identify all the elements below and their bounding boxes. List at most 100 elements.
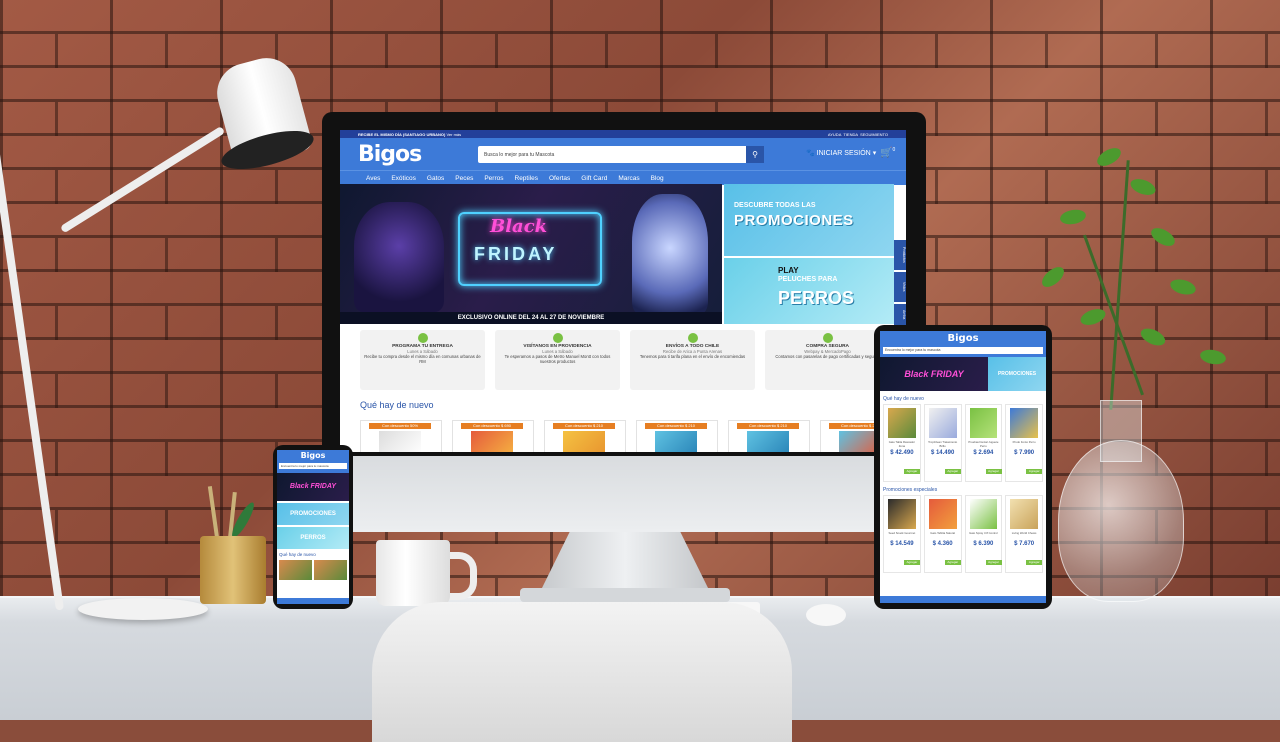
store-icon [552,333,563,343]
search-button[interactable]: ⚲ [746,146,764,163]
nav-item-marcas[interactable]: Marcas [618,175,639,182]
info-card-store: VISÍTANOS EN PROVIDENCIA Lunes a Sábado … [495,330,620,390]
mouse [806,604,846,626]
plush-subtitle: PELUCHES PARA [778,276,838,283]
tablet-promo-grid: Seed Snack Gourmet $ 14.549 Agregar Gato T… [880,495,1046,573]
side-tab-top[interactable]: Arriba [894,304,906,326]
tablet-promo-banner[interactable]: PROMOCIONES [988,357,1046,391]
nav-item-ofertas[interactable]: Ofertas [549,175,570,182]
product-card[interactable]: Gato Spray 3.8 Control $ 6.390 Agregar [964,495,1003,573]
product-price: $ 14.549 [890,541,914,547]
see-more-link[interactable]: Ver más [446,132,461,137]
product-card[interactable]: Con descuento $ 210 [728,420,810,452]
phone-perros-banner[interactable]: PERROS [277,527,349,549]
nav-item-reptiles[interactable]: Reptiles [515,175,538,182]
discount-badge: Con descuento $ 210 [645,423,707,429]
add-to-cart-button[interactable]: Agregar [944,469,961,474]
product-price: $ 42.490 [890,450,914,456]
product-name: Pruebas Dental Juguete Perro [968,440,999,448]
nav-item-gatos[interactable]: Gatos [427,175,444,182]
phone-footer-bar [277,598,349,604]
phone-logo[interactable]: Bigos [277,450,349,462]
nav-item-gift-card[interactable]: Gift Card [581,175,607,182]
product-name: Prudo Fonto Perro [1012,440,1036,444]
hero-date-strip: EXCLUSIVO ONLINE DEL 24 AL 27 DE NOVIEMB… [340,312,722,324]
info-card-shipping: ENVÍOS A TODO CHILE Recibe de Arica a Pu… [630,330,755,390]
product-image [1010,408,1038,438]
side-tab-viewed[interactable]: Vistos [894,272,906,302]
phone-black-friday-banner[interactable]: Black FRIDAY [277,473,349,501]
nav-item-perros[interactable]: Perros [484,175,503,182]
product-card[interactable]: Gato Tablita Natural $ 4.360 Agregar [923,495,962,573]
product-card[interactable]: Con descuento $ 210 [544,420,626,452]
product-card[interactable]: Pruebas Dental Juguete Perro $ 2.694 Agreg… [964,404,1003,482]
product-card[interactable]: Living World Chews $ 7.670 Agregar [1005,495,1043,573]
glass-vase [1058,440,1184,602]
product-name: Seed Snack Gourmet [888,531,916,535]
nav-item-exoticos[interactable]: Exóticos [391,175,416,182]
product-image [747,431,789,452]
product-price: $ 2.694 [973,450,994,456]
info-card-delivery: PROGRAMA TU ENTREGA Lunes a Sábado Recib… [360,330,485,390]
product-name: Gato Tablita Natural [930,531,955,535]
product-card[interactable]: TropiClean Tratamiento Brillo $ 14.490 Agr… [923,404,962,482]
product-row: Con descuento 50% Con descuento $ 690 Co… [360,420,906,452]
tablet-logo[interactable]: Bigos [880,331,1046,346]
phone-section-new: Qué hay de nuevo [279,552,316,557]
lamp-base [78,598,208,620]
product-card[interactable]: Con descuento 50% [360,420,442,452]
product-card[interactable]: Prudo Fonto Perro $ 7.990 Agregar [1005,404,1043,482]
top-bar: RECIBE EL MISMO DÍA (SANTIAGO URBANO) Ve… [340,130,906,138]
add-to-cart-button[interactable]: Agregar [985,560,1002,565]
tablet-screen: Bigos Encuentra lo mejor para tu mascota… [880,331,1046,603]
nav-item-blog[interactable]: Blog [651,175,664,182]
play-brand: PLAY [778,266,799,275]
add-to-cart-button[interactable]: Agregar [904,469,920,474]
product-card[interactable]: Seed Snack Gourmet $ 14.549 Agregar [883,495,921,573]
product-card[interactable]: Gato Tabla Rascador Zona $ 42.490 Agregar [883,404,921,482]
product-image [928,408,957,438]
search-input[interactable]: Busca lo mejor para tu Mascota ⚲ [478,146,764,163]
product-card[interactable]: Con descuento $ 210 [636,420,718,452]
phone-search-input[interactable]: Encuentra lo mejor para tu mascota [279,463,347,469]
tablet-black-friday-banner[interactable]: Black FRIDAY [880,357,988,391]
product-name: Gato Spray 3.8 Control [969,531,998,535]
black-friday-banner[interactable]: Black FRIDAY EXCLUSIVO ONLINE DEL 24 AL … [340,184,722,324]
bigos-logo[interactable]: Bigos [358,142,422,167]
add-to-cart-button[interactable]: Agregar [1026,469,1043,474]
product-card[interactable]: Con descuento $ 690 [452,420,534,452]
add-to-cart-button[interactable]: Agregar [1026,560,1043,565]
product-image [655,431,697,452]
tablet-footer-bar [880,596,1046,603]
nav-item-aves[interactable]: Aves [366,175,380,182]
plush-toys-banner[interactable]: PLAY PELUCHES PARA PERROS [724,258,894,324]
product-image [1010,499,1038,529]
login-link[interactable]: 🐾 INICIAR SESIÓN ▾ [806,149,876,157]
hero-friday-text: FRIDAY [474,244,558,264]
add-to-cart-button[interactable]: Agregar [944,560,961,565]
help-link[interactable]: AYUDA [828,132,841,137]
add-to-cart-button[interactable]: Agregar [904,560,920,565]
product-card[interactable] [279,560,312,580]
monitor-foot [520,588,730,602]
nav-item-peces[interactable]: Peces [455,175,473,182]
tablet-search-bar: Encuentra lo mejor para tu mascota [880,346,1046,357]
product-card[interactable] [314,560,347,580]
phone-product-row [277,560,349,580]
tablet-product-grid: Gato Tabla Rascador Zona $ 42.490 Agregar … [880,404,1046,482]
promotions-banner[interactable]: DESCUBRE TODAS LAS PROMOCIONES [724,184,894,256]
product-image [563,431,605,452]
cart-button[interactable]: 🛒0 [880,147,895,158]
same-day-text: RECIBE EL MISMO DÍA (SANTIAGO URBANO) [358,131,446,137]
neon-rabbit-image [632,194,708,314]
add-to-cart-button[interactable]: Agregar [985,469,1002,474]
hero-black-text: Black [490,216,548,237]
product-price: $ 6.390 [973,541,994,547]
tablet-search-input[interactable]: Encuentra lo mejor para tu mascota [883,347,1043,354]
side-tab-products[interactable]: Productos [894,240,906,270]
tracking-link[interactable]: SEGUIMIENTO [860,132,888,137]
phone-promo-banner[interactable]: PROMOCIONES [277,503,349,525]
info-desc: Contamos con pasarelas de pago certifica… [775,354,880,359]
store-link[interactable]: TIENDA [843,132,857,137]
phone-screen: Bigos Encuentra lo mejor para tu mascota… [277,450,349,604]
